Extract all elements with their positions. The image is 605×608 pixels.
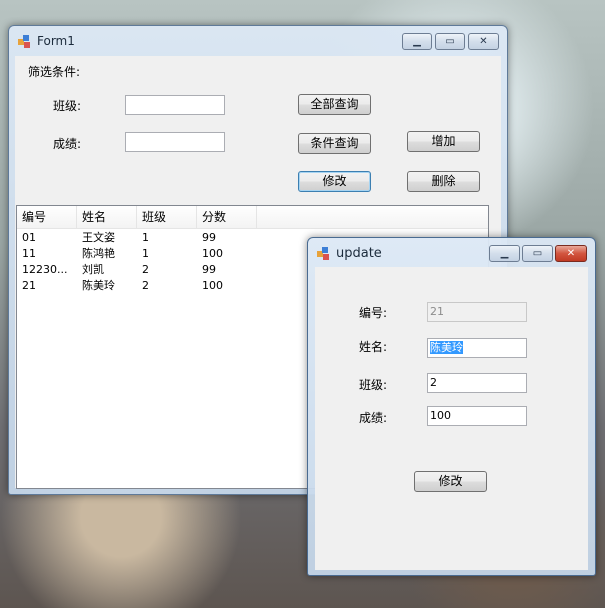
cell-id: 11 <box>22 247 36 260</box>
list-header: 编号 姓名 班级 分数 <box>17 206 488 229</box>
name-label: 姓名: <box>359 340 388 354</box>
query-condition-button[interactable]: 条件查询 <box>298 133 371 154</box>
minimize-icon[interactable]: ▁ <box>489 245 520 262</box>
cell-name: 王文姿 <box>82 231 115 244</box>
cell-name: 陈鸿艳 <box>82 247 115 260</box>
minimize-icon[interactable]: ▁ <box>402 33 432 50</box>
cell-id: 01 <box>22 231 36 244</box>
id-label: 编号: <box>359 306 388 320</box>
cell-score: 99 <box>202 263 216 276</box>
cell-score: 100 <box>202 247 223 260</box>
class-input[interactable] <box>125 95 225 115</box>
class-field[interactable]: 2 <box>427 373 527 393</box>
cell-class: 1 <box>142 231 149 244</box>
class-label: 班级: <box>53 99 82 113</box>
cell-id: 21 <box>22 279 36 292</box>
filter-label: 筛选条件: <box>28 65 81 79</box>
modify-button[interactable]: 修改 <box>298 171 371 192</box>
cell-id: 12230... <box>22 263 68 276</box>
cell-name: 陈美玲 <box>82 279 115 292</box>
cell-score: 99 <box>202 231 216 244</box>
update-modify-button[interactable]: 修改 <box>414 471 487 492</box>
update-titlebar[interactable]: update ▁ ▭ ✕ <box>308 238 595 268</box>
column-header-score[interactable]: 分数 <box>197 206 257 228</box>
app-icon <box>18 35 30 48</box>
name-field[interactable]: 陈美玲 <box>427 338 527 358</box>
score-input[interactable] <box>125 132 225 152</box>
cell-class: 2 <box>142 263 149 276</box>
column-header-name[interactable]: 姓名 <box>77 206 137 228</box>
score-label: 成绩: <box>53 137 82 151</box>
id-field: 21 <box>427 302 527 322</box>
close-icon[interactable]: ✕ <box>468 33 499 50</box>
query-all-button[interactable]: 全部查询 <box>298 94 371 115</box>
cell-class: 1 <box>142 247 149 260</box>
score-label: 成绩: <box>359 411 388 425</box>
name-field-selected-text: 陈美玲 <box>430 341 463 354</box>
column-header-class[interactable]: 班级 <box>137 206 197 228</box>
update-window: update ▁ ▭ ✕ 编号: 21 姓名: 陈美玲 班级: 2 成绩: 10… <box>307 237 596 576</box>
cell-name: 刘凯 <box>82 263 104 276</box>
score-field[interactable]: 100 <box>427 406 527 426</box>
update-client: 编号: 21 姓名: 陈美玲 班级: 2 成绩: 100 修改 <box>315 267 588 570</box>
class-label: 班级: <box>359 378 388 392</box>
delete-button[interactable]: 删除 <box>407 171 480 192</box>
maximize-icon[interactable]: ▭ <box>435 33 465 50</box>
update-title: update <box>336 246 382 261</box>
add-button[interactable]: 增加 <box>407 131 480 152</box>
form1-titlebar[interactable]: Form1 ▁ ▭ ✕ <box>9 26 507 56</box>
cell-score: 100 <box>202 279 223 292</box>
app-icon <box>317 247 329 260</box>
close-icon[interactable]: ✕ <box>555 245 587 262</box>
column-header-id[interactable]: 编号 <box>17 206 77 228</box>
cell-class: 2 <box>142 279 149 292</box>
maximize-icon[interactable]: ▭ <box>522 245 553 262</box>
form1-title: Form1 <box>37 34 75 48</box>
